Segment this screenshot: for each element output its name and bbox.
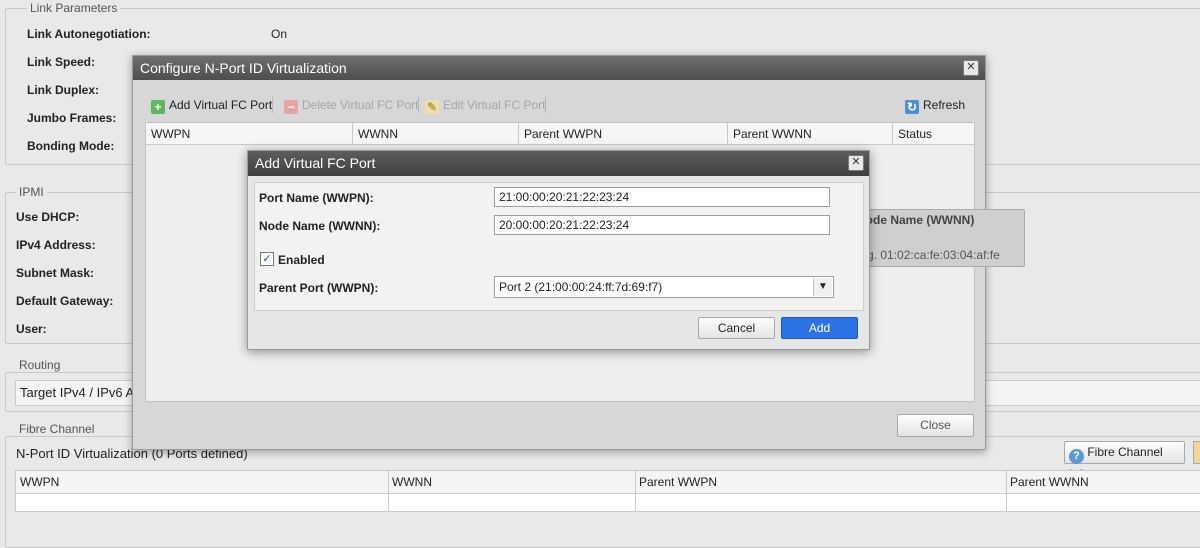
refresh-label: Refresh <box>923 98 966 112</box>
wwnn-tooltip-title: Node Name (WWNN) <box>857 213 975 227</box>
jumbo-frames-label: Jumbo Frames: <box>27 111 117 125</box>
add-virtual-fc-port-dialog: Add Virtual FC Port ✕ Port Name (WWPN): … <box>247 150 870 350</box>
column-divider <box>352 123 353 144</box>
configure-toolbar: + Add Virtual FC Port − Delete Virtual FC … <box>145 93 973 119</box>
cancel-button[interactable]: Cancel <box>698 317 775 339</box>
column-divider <box>727 123 728 144</box>
column-divider <box>518 123 519 144</box>
fibre-channel-legend: Fibre Channel <box>16 422 98 436</box>
configure-dialog-title: Configure N-Port ID Virtualization <box>140 60 347 76</box>
routing-legend: Routing <box>16 358 64 372</box>
fc-col-wwpn[interactable]: WWPN <box>20 475 59 489</box>
next-toolbar-button-partial[interactable] <box>1193 441 1200 464</box>
col-wwpn[interactable]: WWPN <box>151 127 190 141</box>
add-button[interactable]: Add <box>781 317 858 339</box>
link-parameters-legend: Link Parameters <box>27 1 121 15</box>
node-name-label: Node Name (WWNN): <box>259 219 381 233</box>
wwnn-tooltip: Node Name (WWNN) e.g. 01:02:ca:fe:03:04:… <box>848 209 1025 267</box>
default-gateway-label: Default Gateway: <box>16 294 114 308</box>
link-autoneg-value: On <box>271 27 288 41</box>
fc-ports-table: WWPN WWNN Parent WWPN Parent WWNN <box>15 470 1200 512</box>
use-dhcp-label: Use DHCP: <box>16 210 80 224</box>
toolbar-separator <box>418 97 419 113</box>
virtual-ports-grid-header: WWPN WWNN Parent WWPN Parent WWNN Status <box>146 123 974 145</box>
bonding-mode-label: Bonding Mode: <box>27 139 115 153</box>
fc-col-parent-wwpn[interactable]: Parent WWPN <box>639 475 717 489</box>
col-status[interactable]: Status <box>898 127 932 141</box>
port-name-input[interactable]: 21:00:00:20:21:22:23:24 <box>494 187 830 207</box>
parent-port-label: Parent Port (WWPN): <box>259 281 379 295</box>
column-divider <box>1006 471 1007 511</box>
routing-column-target[interactable]: Target IPv4 / IPv6 A <box>20 385 134 400</box>
toolbar-separator <box>272 97 273 113</box>
configure-dialog-titlebar[interactable]: Configure N-Port ID Virtualization ✕ <box>133 56 985 80</box>
help-icon: ? <box>1069 449 1084 464</box>
refresh-button[interactable]: ↻ Refresh <box>905 96 965 114</box>
add-virtual-fc-port-button[interactable]: + Add Virtual FC Port <box>151 96 272 114</box>
fc-col-wwnn[interactable]: WWNN <box>392 475 432 489</box>
add-dialog-titlebar[interactable]: Add Virtual FC Port ✕ <box>248 151 869 176</box>
ipv4-address-label: IPv4 Address: <box>16 238 96 252</box>
delete-virtual-fc-port-label: Delete Virtual FC Port <box>302 98 419 112</box>
refresh-icon: ↻ <box>905 100 919 114</box>
column-divider <box>892 123 893 144</box>
wwnn-tooltip-hint: e.g. 01:02:ca:fe:03:04:af:fe <box>857 248 1000 262</box>
add-dialog-form: Port Name (WWPN): 21:00:00:20:21:22:23:2… <box>254 182 864 311</box>
col-parent-wwnn[interactable]: Parent WWNN <box>733 127 812 141</box>
toolbar-separator <box>545 97 546 113</box>
close-icon[interactable]: ✕ <box>848 155 864 171</box>
col-wwnn[interactable]: WWNN <box>358 127 398 141</box>
fc-ports-table-header: WWPN WWNN Parent WWPN Parent WWNN <box>16 471 1200 511</box>
enabled-label[interactable]: Enabled <box>278 253 325 267</box>
parent-port-select[interactable]: Port 2 (21:00:00:24:ff:7d:69:f7) ▼ <box>494 276 834 298</box>
close-button[interactable]: Close <box>897 414 974 437</box>
user-label: User: <box>16 322 47 336</box>
edit-virtual-fc-port-button[interactable]: ✎ Edit Virtual FC Port <box>425 96 545 114</box>
ipmi-legend: IPMI <box>16 185 47 199</box>
enabled-checkbox[interactable]: ✓ <box>260 252 274 266</box>
column-divider <box>635 471 636 511</box>
close-icon[interactable]: ✕ <box>963 60 979 76</box>
column-divider <box>388 471 389 511</box>
node-name-input[interactable]: 20:00:00:20:21:22:23:24 <box>494 215 830 235</box>
edit-icon: ✎ <box>425 100 439 114</box>
subnet-mask-label: Subnet Mask: <box>16 266 95 280</box>
delete-virtual-fc-port-button[interactable]: − Delete Virtual FC Port <box>284 96 419 114</box>
add-icon: + <box>151 100 165 114</box>
parent-port-selected-value: Port 2 (21:00:00:24:ff:7d:69:f7) <box>499 280 663 294</box>
link-duplex-label: Link Duplex: <box>27 83 100 97</box>
add-dialog-title: Add Virtual FC Port <box>255 155 376 171</box>
link-autoneg-label: Link Autonegotiation: <box>27 27 151 41</box>
link-speed-label: Link Speed: <box>27 55 96 69</box>
port-name-label: Port Name (WWPN): <box>259 191 374 205</box>
fc-col-parent-wwnn[interactable]: Parent WWNN <box>1010 475 1089 489</box>
chevron-down-icon[interactable]: ▼ <box>813 278 832 296</box>
fibre-channel-info-button[interactable]: ? Fibre Channel Info <box>1064 441 1185 481</box>
delete-icon: − <box>284 100 298 114</box>
add-virtual-fc-port-label: Add Virtual FC Port <box>169 98 273 112</box>
edit-virtual-fc-port-label: Edit Virtual FC Port <box>443 98 546 112</box>
col-parent-wwpn[interactable]: Parent WWPN <box>524 127 602 141</box>
